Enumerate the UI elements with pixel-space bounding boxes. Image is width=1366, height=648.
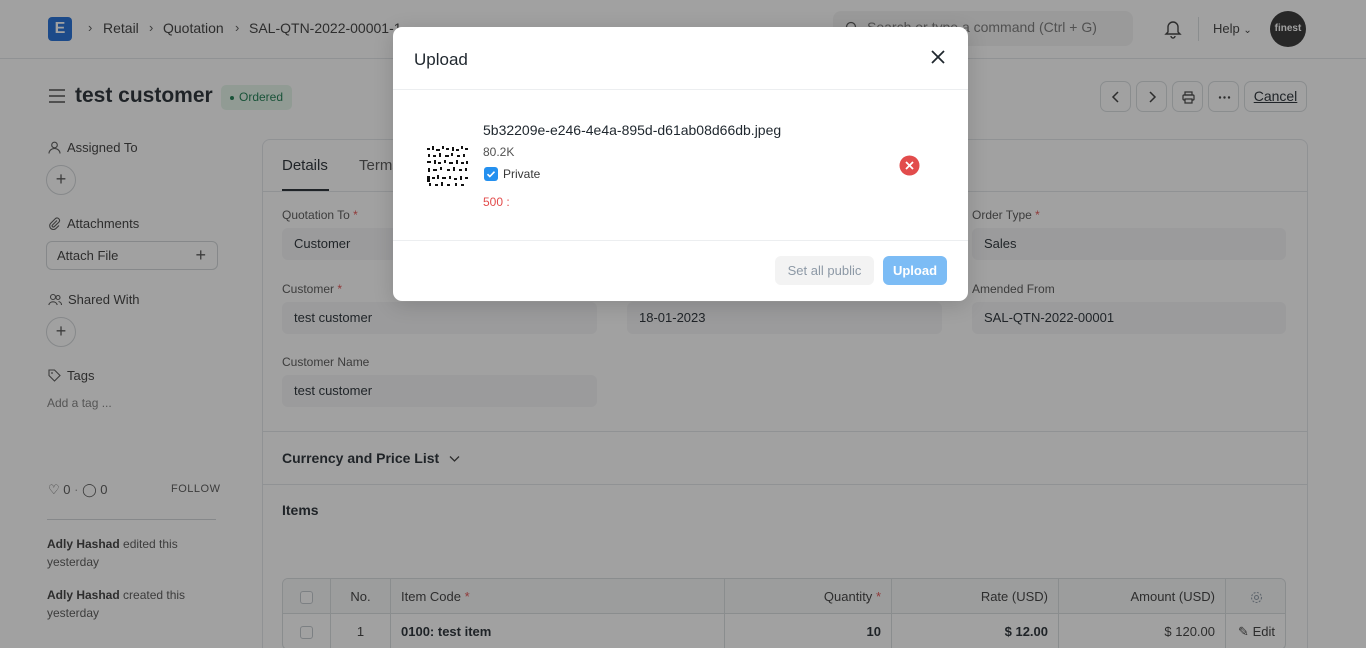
private-label[interactable]: Private	[503, 167, 540, 181]
check-icon	[486, 171, 496, 178]
file-name: 5b32209e-e246-4e4a-895d-d61ab08d66db.jpe…	[483, 122, 782, 138]
upload-error-message: 500 :	[483, 195, 510, 209]
dialog-divider	[393, 89, 968, 90]
file-thumbnail	[425, 143, 471, 189]
set-all-public-button[interactable]: Set all public	[775, 256, 874, 285]
dialog-title: Upload	[414, 50, 468, 69]
file-size: 80.2K	[483, 145, 515, 159]
remove-file-icon[interactable]	[899, 155, 920, 176]
close-icon[interactable]	[928, 47, 948, 67]
private-checkbox[interactable]	[484, 167, 498, 181]
upload-dialog: Upload 5b32209e-e246-4e4a-895d-d61ab08d6…	[393, 27, 968, 301]
dialog-divider	[393, 240, 968, 241]
upload-button[interactable]: Upload	[883, 256, 947, 285]
